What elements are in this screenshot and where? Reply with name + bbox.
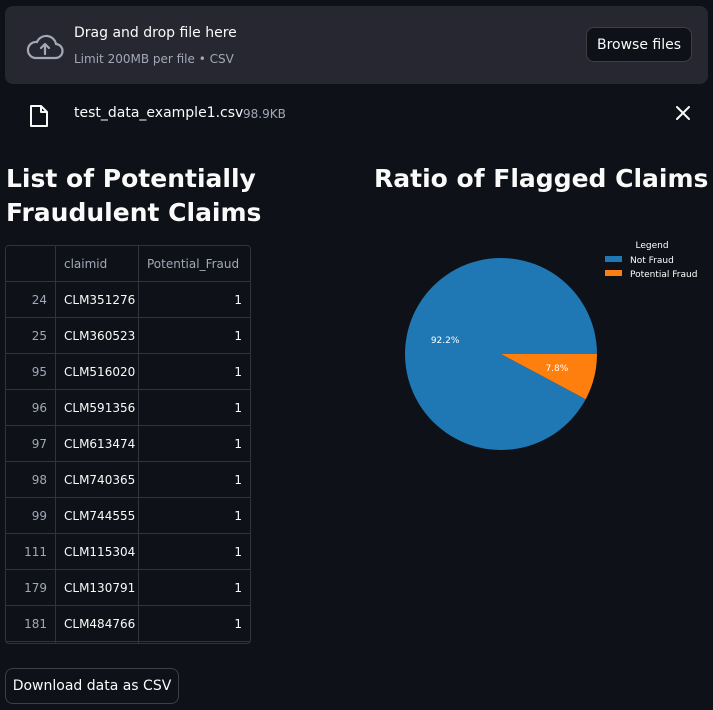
row-index-cell: 97 [6, 426, 56, 461]
claimid-cell: CLM360523 [56, 318, 139, 353]
potential-fraud-cell: 1 [234, 364, 242, 379]
column-header-index [6, 246, 56, 281]
table-row[interactable]: 179 CLM130791 1 [6, 570, 250, 606]
uploader-limit: Limit 200MB per file • CSV [74, 52, 234, 66]
legend-swatch [605, 256, 622, 262]
table-cell [6, 642, 56, 643]
fraud-ratio-pie-chart: 92.2% 7.8% Legend Not Fraud Potential Fraud [405, 241, 697, 451]
pie-slices [405, 258, 597, 451]
table-row[interactable]: 181 CLM484766 1 [6, 606, 250, 642]
download-csv-button[interactable]: Download data as CSV [5, 668, 179, 704]
table-body: 24 CLM351276 1 25 CLM360523 1 95 CLM516020 1 96 CL… [6, 282, 250, 642]
potential-fraud-cell: 1 [234, 292, 242, 307]
table-row[interactable]: 24 CLM351276 1 [6, 282, 250, 318]
row-index-cell: 95 [6, 354, 56, 389]
table-row-partial [6, 642, 250, 643]
claimid-cell: CLM744555 [56, 498, 139, 533]
row-index-cell: 98 [6, 462, 56, 497]
legend-label: Not Fraud [630, 256, 674, 266]
fraud-list-title: List of Potentially Fraudulent Claims [6, 164, 262, 227]
legend-swatch [605, 270, 622, 276]
potential-fraud-cell: 1 [234, 472, 242, 487]
potential-fraud-cell: 1 [234, 508, 242, 523]
table-row[interactable]: 97 CLM613474 1 [6, 426, 250, 462]
claimid-cell: CLM130791 [56, 570, 139, 605]
row-index-cell: 179 [6, 570, 56, 605]
potential-fraud-cell: 1 [234, 436, 242, 451]
cloud-upload-icon [26, 34, 64, 60]
uploaded-file-name: test_data_example1.csv [74, 105, 244, 121]
claims-dataframe[interactable]: claimid Potential_Fraud 24 CLM351276 1 25 CL… [5, 245, 251, 644]
row-index-cell: 96 [6, 390, 56, 425]
table-cell [139, 642, 250, 643]
table-row[interactable]: 98 CLM740365 1 [6, 462, 250, 498]
legend-label: Potential Fraud [630, 270, 697, 280]
potential-fraud-cell: 1 [234, 580, 242, 595]
column-header-potential-fraud[interactable]: Potential_Fraud [139, 246, 250, 281]
row-index-cell: 111 [6, 534, 56, 569]
potential-fraud-cell: 1 [234, 400, 242, 415]
uploader-title: Drag and drop file here [74, 25, 237, 41]
claimid-cell: CLM613474 [56, 426, 139, 461]
claimid-cell: CLM484766 [56, 606, 139, 641]
claimid-cell: CLM516020 [56, 354, 139, 389]
file-uploader-dropzone[interactable]: Drag and drop file here Limit 200MB per … [5, 6, 708, 84]
legend-title: Legend [635, 241, 668, 251]
potential-fraud-cell: 1 [234, 328, 242, 343]
row-index-cell: 99 [6, 498, 56, 533]
column-header-claimid[interactable]: claimid [56, 246, 139, 281]
table-row[interactable]: 111 CLM115304 1 [6, 534, 250, 570]
table-row[interactable]: 25 CLM360523 1 [6, 318, 250, 354]
pie-slice-label: 7.8% [545, 364, 568, 374]
browse-files-button[interactable]: Browse files [586, 27, 692, 62]
table-row[interactable]: 96 CLM591356 1 [6, 390, 250, 426]
claimid-cell: CLM115304 [56, 534, 139, 569]
pie-slice-label: 92.2% [431, 336, 460, 346]
uploaded-file-size: 98.9KB [243, 107, 286, 121]
ratio-chart-title: Ratio of Flagged Claims [374, 164, 709, 193]
row-index-cell: 25 [6, 318, 56, 353]
row-index-cell: 24 [6, 282, 56, 317]
table-header: claimid Potential_Fraud [6, 246, 250, 282]
chart-legend: Legend Not Fraud Potential Fraud [605, 241, 697, 280]
claimid-cell: CLM740365 [56, 462, 139, 497]
row-index-cell: 181 [6, 606, 56, 641]
table-row[interactable]: 99 CLM744555 1 [6, 498, 250, 534]
uploaded-file-row: test_data_example1.csv 98.9KB [0, 96, 713, 132]
potential-fraud-cell: 1 [234, 616, 242, 631]
table-row[interactable]: 95 CLM516020 1 [6, 354, 250, 390]
file-icon [30, 105, 48, 127]
close-icon[interactable] [674, 104, 692, 122]
claimid-cell: CLM591356 [56, 390, 139, 425]
claimid-cell: CLM351276 [56, 282, 139, 317]
potential-fraud-cell: 1 [234, 544, 242, 559]
table-cell [56, 642, 139, 643]
